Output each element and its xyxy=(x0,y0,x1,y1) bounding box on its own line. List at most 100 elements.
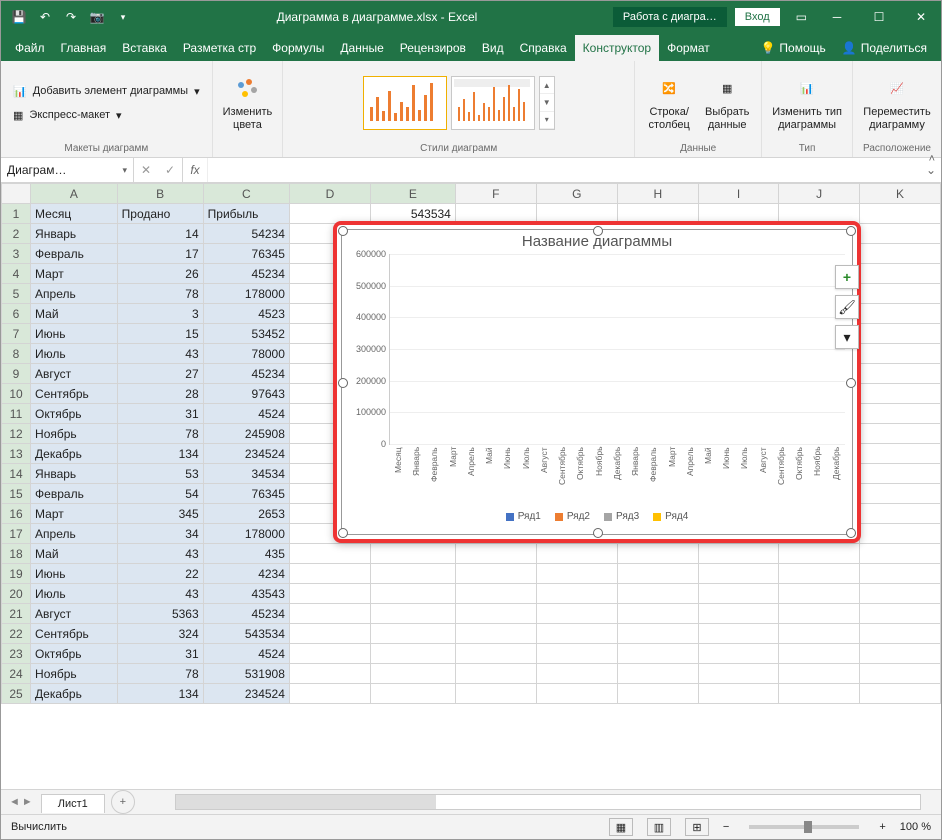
cell-25-G[interactable] xyxy=(536,684,617,704)
row-header-18[interactable]: 18 xyxy=(2,544,31,564)
cell-16-K[interactable] xyxy=(859,504,940,524)
cell-11-A[interactable]: Октябрь xyxy=(31,404,118,424)
cell-15-K[interactable] xyxy=(859,484,940,504)
cell-17-K[interactable] xyxy=(859,524,940,544)
cell-23-K[interactable] xyxy=(859,644,940,664)
cell-16-B[interactable]: 345 xyxy=(117,504,203,524)
cell-9-C[interactable]: 45234 xyxy=(203,364,289,384)
cell-20-C[interactable]: 43543 xyxy=(203,584,289,604)
cell-18-D[interactable] xyxy=(289,544,370,564)
select-all-corner[interactable] xyxy=(2,184,31,204)
fx-icon[interactable]: fx xyxy=(183,158,208,182)
cell-11-B[interactable]: 31 xyxy=(117,404,203,424)
cell-11-C[interactable]: 4524 xyxy=(203,404,289,424)
col-header-I[interactable]: I xyxy=(698,184,778,204)
undo-icon[interactable]: ↶ xyxy=(35,7,55,27)
cell-18-K[interactable] xyxy=(859,544,940,564)
row-header-16[interactable]: 16 xyxy=(2,504,31,524)
tell-me[interactable]: 💡 Помощь xyxy=(752,35,833,61)
col-header-K[interactable]: K xyxy=(859,184,940,204)
chart-filters-button[interactable]: ▾ xyxy=(835,325,859,349)
cell-24-J[interactable] xyxy=(779,664,860,684)
cell-23-B[interactable]: 31 xyxy=(117,644,203,664)
accept-edit-icon[interactable]: ✓ xyxy=(158,163,182,177)
cell-21-D[interactable] xyxy=(289,604,370,624)
row-header-24[interactable]: 24 xyxy=(2,664,31,684)
login-button[interactable]: Вход xyxy=(735,8,780,26)
add-sheet-button[interactable]: + xyxy=(111,790,135,814)
cell-21-F[interactable] xyxy=(455,604,536,624)
cell-22-K[interactable] xyxy=(859,624,940,644)
cell-23-D[interactable] xyxy=(289,644,370,664)
col-header-C[interactable]: C xyxy=(203,184,289,204)
cell-3-K[interactable] xyxy=(859,244,940,264)
cell-14-C[interactable]: 34534 xyxy=(203,464,289,484)
cell-19-J[interactable] xyxy=(779,564,860,584)
cell-25-I[interactable] xyxy=(698,684,778,704)
cell-12-A[interactable]: Ноябрь xyxy=(31,424,118,444)
col-header-E[interactable]: E xyxy=(370,184,455,204)
collapse-ribbon-icon[interactable]: ˄ xyxy=(929,153,935,165)
cell-21-J[interactable] xyxy=(779,604,860,624)
cell-18-J[interactable] xyxy=(779,544,860,564)
cell-4-A[interactable]: Март xyxy=(31,264,118,284)
cell-20-K[interactable] xyxy=(859,584,940,604)
cell-9-K[interactable] xyxy=(859,364,940,384)
cell-18-G[interactable] xyxy=(536,544,617,564)
col-header-G[interactable]: G xyxy=(536,184,617,204)
cell-24-E[interactable] xyxy=(370,664,455,684)
cell-20-A[interactable]: Июль xyxy=(31,584,118,604)
maximize-button[interactable]: ☐ xyxy=(859,1,899,33)
row-header-15[interactable]: 15 xyxy=(2,484,31,504)
row-header-6[interactable]: 6 xyxy=(2,304,31,324)
cell-22-B[interactable]: 324 xyxy=(117,624,203,644)
cell-24-H[interactable] xyxy=(617,664,698,684)
ribbon-display-icon[interactable]: ▭ xyxy=(788,10,815,24)
cell-12-B[interactable]: 78 xyxy=(117,424,203,444)
row-header-4[interactable]: 4 xyxy=(2,264,31,284)
cell-17-B[interactable]: 34 xyxy=(117,524,203,544)
cell-22-G[interactable] xyxy=(536,624,617,644)
cell-23-H[interactable] xyxy=(617,644,698,664)
col-header-H[interactable]: H xyxy=(617,184,698,204)
change-colors-button[interactable]: Изменить цвета xyxy=(223,75,273,131)
cell-7-K[interactable] xyxy=(859,324,940,344)
cell-18-C[interactable]: 435 xyxy=(203,544,289,564)
cell-23-J[interactable] xyxy=(779,644,860,664)
cell-7-A[interactable]: Июнь xyxy=(31,324,118,344)
cell-20-H[interactable] xyxy=(617,584,698,604)
cell-20-B[interactable]: 43 xyxy=(117,584,203,604)
cell-3-C[interactable]: 76345 xyxy=(203,244,289,264)
cell-25-B[interactable]: 134 xyxy=(117,684,203,704)
cell-2-C[interactable]: 54234 xyxy=(203,224,289,244)
cell-25-A[interactable]: Декабрь xyxy=(31,684,118,704)
cell-20-J[interactable] xyxy=(779,584,860,604)
cell-1-B[interactable]: Продано xyxy=(117,204,203,224)
cell-5-A[interactable]: Апрель xyxy=(31,284,118,304)
cell-21-E[interactable] xyxy=(370,604,455,624)
tab-конструктор[interactable]: Конструктор xyxy=(575,35,659,61)
cell-24-C[interactable]: 531908 xyxy=(203,664,289,684)
zoom-in-icon[interactable]: + xyxy=(879,821,885,833)
cell-10-B[interactable]: 28 xyxy=(117,384,203,404)
cell-21-A[interactable]: Август xyxy=(31,604,118,624)
cell-2-A[interactable]: Январь xyxy=(31,224,118,244)
chart-plot-area[interactable]: 0100000200000300000400000500000600000 xyxy=(389,254,845,445)
tab-рецензиров[interactable]: Рецензиров xyxy=(392,35,474,61)
cell-15-B[interactable]: 54 xyxy=(117,484,203,504)
cell-10-A[interactable]: Сентябрь xyxy=(31,384,118,404)
cell-22-E[interactable] xyxy=(370,624,455,644)
cell-22-A[interactable]: Сентябрь xyxy=(31,624,118,644)
cell-21-G[interactable] xyxy=(536,604,617,624)
tab-разметка стр[interactable]: Разметка стр xyxy=(175,35,264,61)
cell-20-G[interactable] xyxy=(536,584,617,604)
cell-19-H[interactable] xyxy=(617,564,698,584)
cell-24-D[interactable] xyxy=(289,664,370,684)
col-header-F[interactable]: F xyxy=(455,184,536,204)
cell-23-E[interactable] xyxy=(370,644,455,664)
row-header-21[interactable]: 21 xyxy=(2,604,31,624)
camera-icon[interactable]: 📷 xyxy=(87,7,107,27)
cell-21-B[interactable]: 5363 xyxy=(117,604,203,624)
cell-20-I[interactable] xyxy=(698,584,778,604)
cell-20-F[interactable] xyxy=(455,584,536,604)
